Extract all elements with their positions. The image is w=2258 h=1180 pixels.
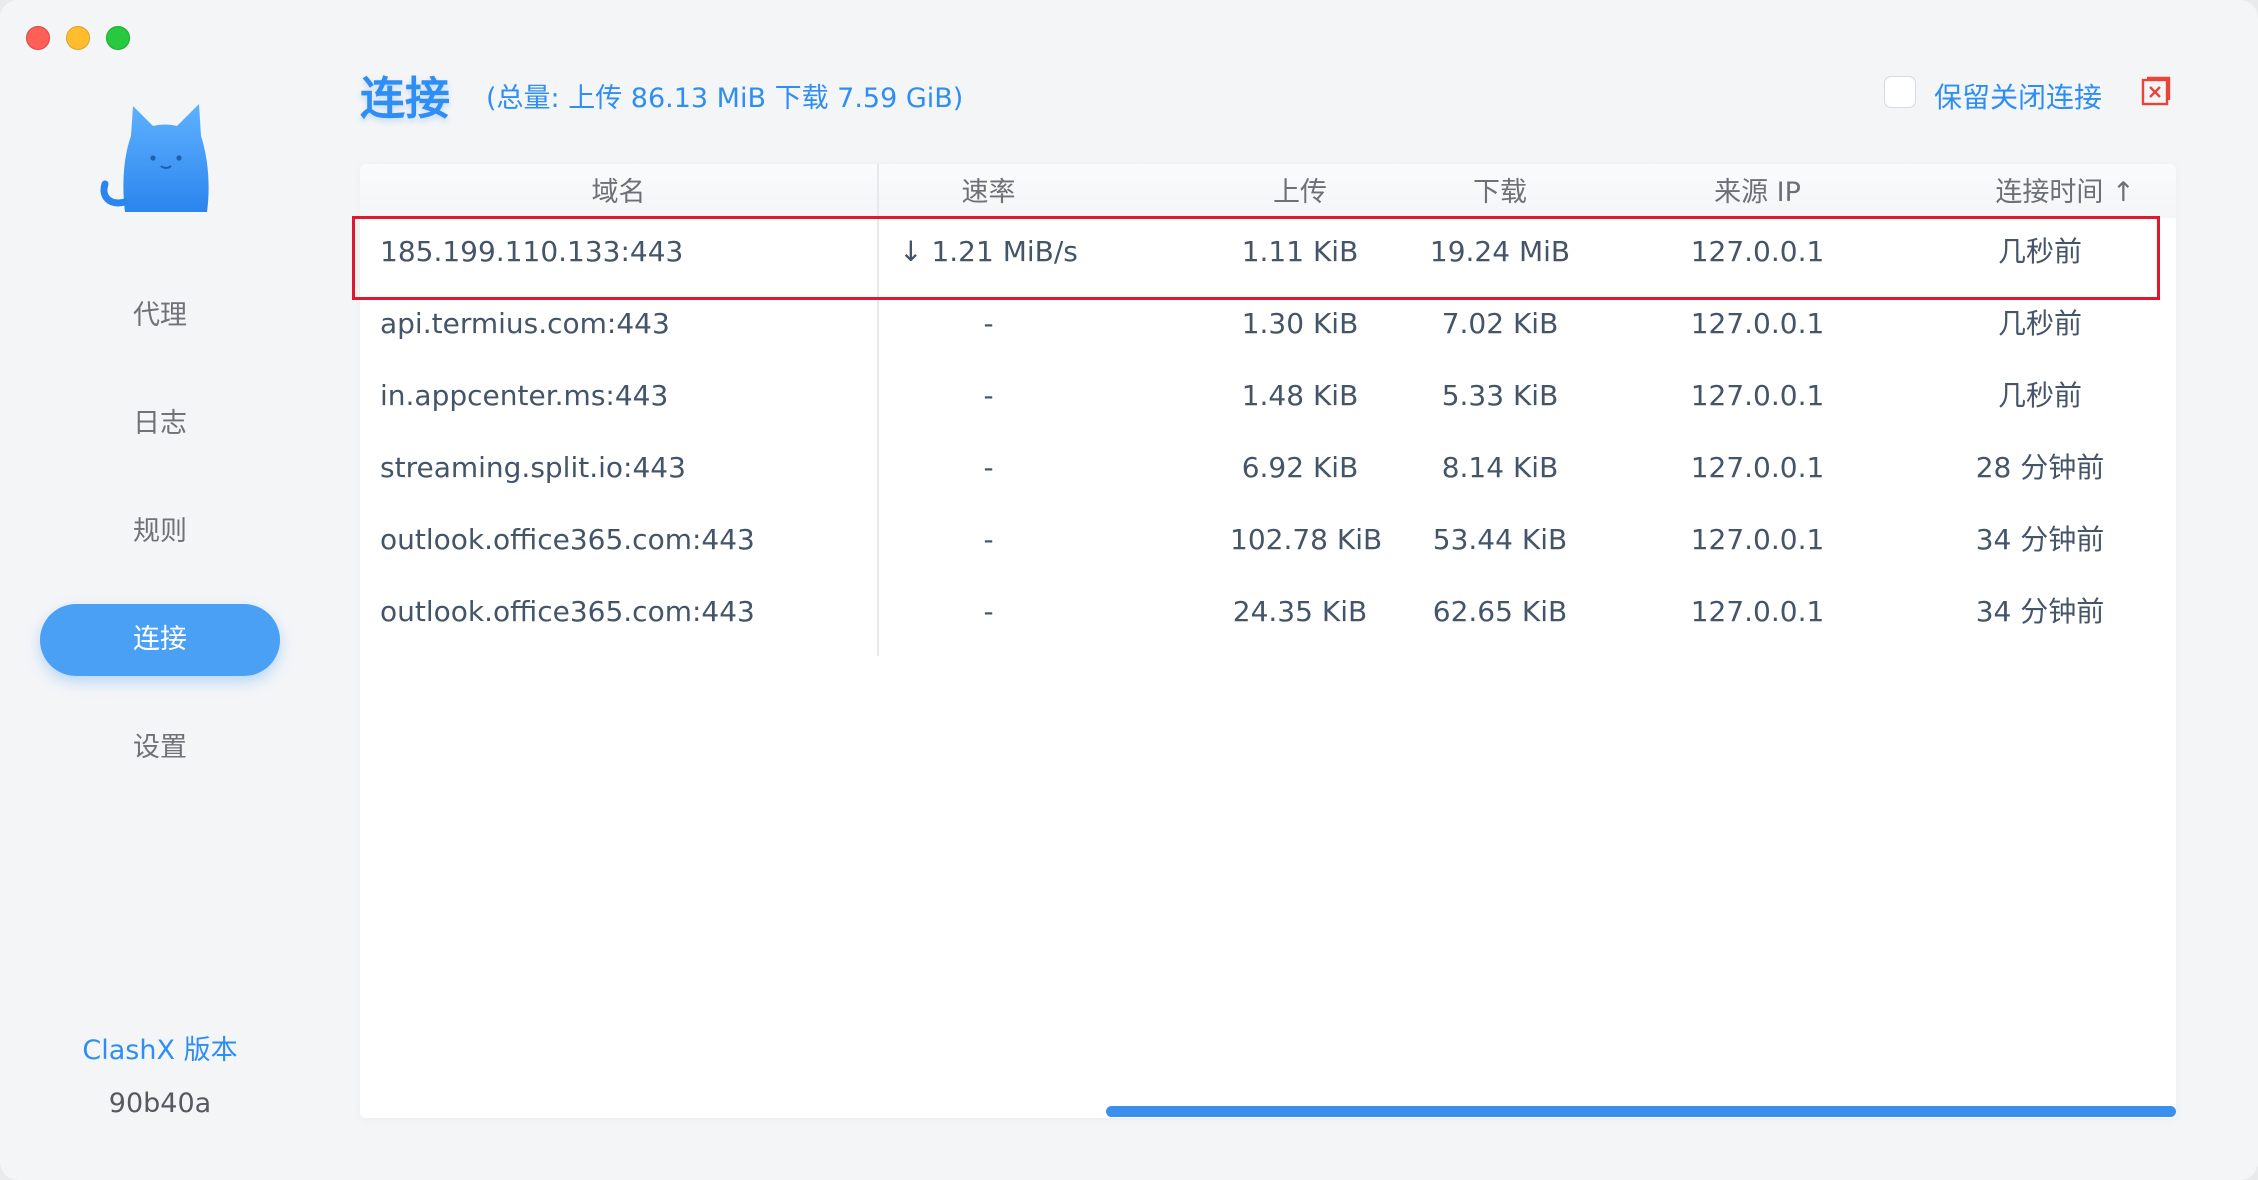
traffic-totals: (总量: 上传 86.13 MiB 下载 7.59 GiB) [486, 83, 964, 114]
cell-source-ip: 127.0.0.1 [1690, 451, 1825, 484]
cell-download: 8.14 KiB [1441, 451, 1559, 484]
sidebar-item-connections[interactable]: 连接 [40, 604, 280, 676]
highlight-annotation-box [352, 216, 2160, 300]
keep-closed-label[interactable]: 保留关闭连接 [1934, 76, 2102, 116]
version-label: ClashX 版本 [82, 1035, 238, 1066]
cell-upload: 24.35 KiB [1232, 595, 1368, 628]
cell-download: 62.65 KiB [1432, 595, 1568, 628]
column-header-speed[interactable]: 速率 [879, 164, 1098, 218]
cell-download: 53.44 KiB [1432, 523, 1568, 556]
cell-connect-time: 34 分钟前 [1975, 523, 2105, 556]
cell-connect-time: 28 分钟前 [1975, 451, 2105, 484]
cell-speed: - [983, 379, 994, 412]
column-header-source-ip[interactable]: 来源 IP [1660, 164, 1855, 218]
table-row[interactable]: streaming.split.io:443 - 6.92 KiB 8.14 K… [360, 432, 2176, 504]
cell-upload: 102.78 KiB [1230, 523, 1383, 556]
horizontal-scrollbar[interactable] [1106, 1106, 2176, 1117]
cell-download: 5.33 KiB [1441, 379, 1559, 412]
cell-source-ip: 127.0.0.1 [1690, 523, 1825, 556]
column-header-connect-time[interactable]: 连接时间 ↑ [1970, 164, 2160, 218]
column-header-download[interactable]: 下载 [1460, 164, 1540, 218]
sidebar: 代理 日志 规则 连接 设置 ClashX 版本 90b40a [0, 0, 320, 1180]
cell-upload: 1.48 KiB [1241, 379, 1359, 412]
table-row[interactable]: outlook.office365.com:443 - 24.35 KiB 62… [360, 576, 2176, 648]
cell-domain: streaming.split.io:443 [380, 451, 686, 484]
keep-closed-checkbox[interactable] [1884, 76, 1916, 108]
cell-domain: outlook.office365.com:443 [380, 523, 755, 556]
version-value: 90b40a [108, 1088, 212, 1119]
cell-source-ip: 127.0.0.1 [1690, 379, 1825, 412]
column-header-upload[interactable]: 上传 [1260, 164, 1340, 218]
cell-source-ip: 127.0.0.1 [1690, 595, 1825, 628]
table-header: 域名 速率 上传 下载 来源 IP 连接时间 ↑ [360, 164, 2176, 218]
app-window: 代理 日志 规则 连接 设置 ClashX 版本 90b40a 连接 (总量: … [0, 0, 2258, 1180]
cell-speed: - [983, 451, 994, 484]
page-title: 连接 [360, 72, 451, 125]
sidebar-item-proxy[interactable]: 代理 [40, 280, 280, 352]
table-row[interactable]: outlook.office365.com:443 - 102.78 KiB 5… [360, 504, 2176, 576]
connections-table: 域名 速率 上传 下载 来源 IP 连接时间 ↑ 185.199.110.133… [360, 164, 2176, 1118]
cell-speed: - [983, 595, 994, 628]
clashx-cat-logo-icon [100, 104, 209, 212]
sidebar-item-logs[interactable]: 日志 [40, 388, 280, 460]
sidebar-item-settings[interactable]: 设置 [40, 712, 280, 784]
cell-domain: in.appcenter.ms:443 [380, 379, 669, 412]
sidebar-item-rules[interactable]: 规则 [40, 496, 280, 568]
cell-domain: outlook.office365.com:443 [380, 595, 755, 628]
close-all-icon[interactable] [2141, 76, 2171, 106]
cell-connect-time: 34 分钟前 [1975, 595, 2105, 628]
cell-connect-time: 几秒前 [1997, 379, 2082, 412]
column-header-domain[interactable]: 域名 [360, 164, 877, 218]
cell-upload: 6.92 KiB [1241, 451, 1359, 484]
table-row[interactable]: in.appcenter.ms:443 - 1.48 KiB 5.33 KiB … [360, 360, 2176, 432]
cell-speed: - [983, 523, 994, 556]
